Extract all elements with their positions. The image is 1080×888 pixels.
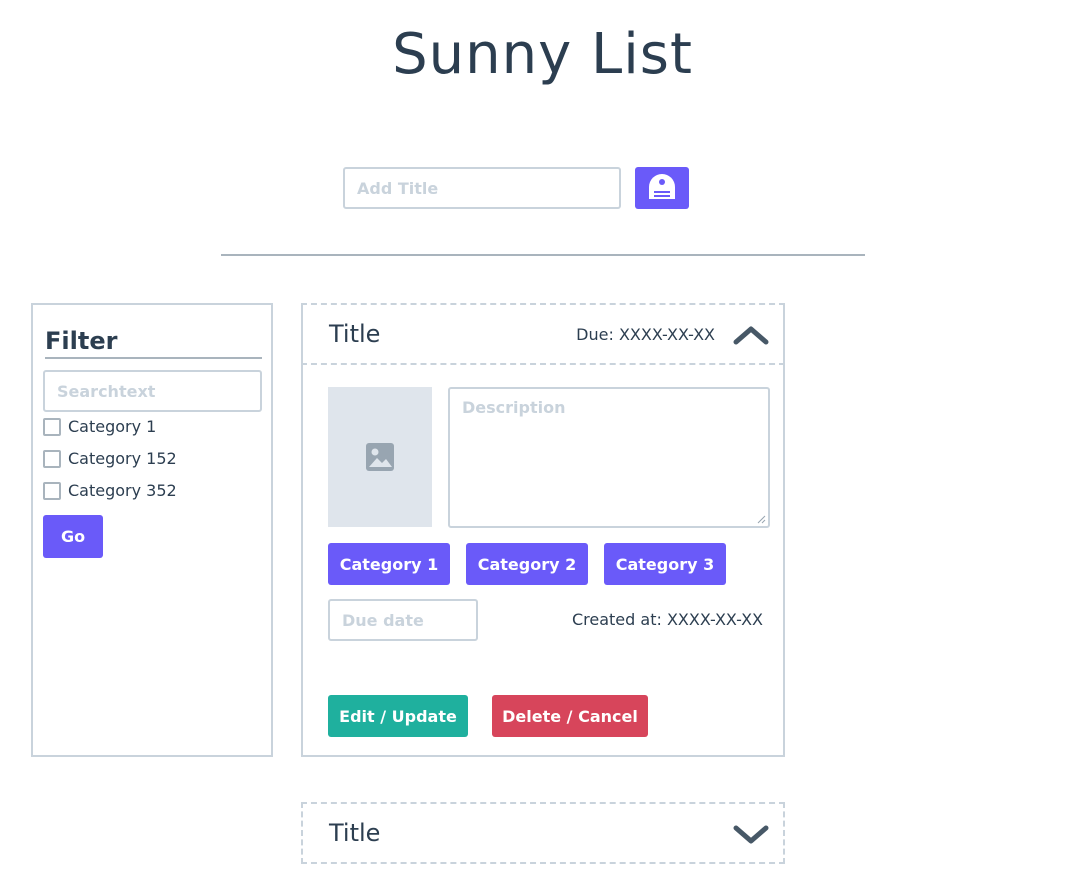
category-label: Category 152	[68, 449, 177, 468]
card-title: Title	[329, 819, 381, 847]
card-title: Title	[329, 320, 381, 348]
category-checkbox[interactable]	[43, 481, 61, 500]
filter-title: Filter	[45, 327, 262, 359]
edit-update-button[interactable]: Edit / Update	[328, 695, 468, 737]
due-date-input[interactable]	[328, 599, 478, 641]
divider	[221, 254, 865, 256]
todo-card-collapsed[interactable]: Title	[301, 802, 785, 864]
resize-grip-icon[interactable]	[756, 514, 766, 524]
delete-cancel-button[interactable]: Delete / Cancel	[492, 695, 648, 737]
image-icon	[366, 443, 394, 471]
save-disk-icon	[649, 174, 675, 199]
chevron-up-icon[interactable]	[733, 323, 769, 347]
category-tag-3[interactable]: Category 3	[604, 543, 726, 585]
todo-card-expanded: Title Due: XXXX-XX-XX Category 1 Categor…	[301, 303, 785, 757]
image-placeholder[interactable]	[328, 387, 432, 527]
category-tag-2[interactable]: Category 2	[466, 543, 588, 585]
card-due-date: Due: XXXX-XX-XX	[576, 325, 715, 344]
description-textarea[interactable]	[448, 387, 770, 528]
go-button[interactable]: Go	[43, 515, 103, 558]
category-label: Category 1	[68, 417, 157, 436]
category-label: Category 352	[68, 481, 177, 500]
filter-search-input[interactable]	[43, 370, 262, 412]
category-tag-1[interactable]: Category 1	[328, 543, 450, 585]
app-title: Sunny List	[392, 22, 693, 87]
created-at-text: Created at: XXXX-XX-XX	[571, 610, 763, 629]
add-title-button[interactable]	[635, 167, 689, 209]
category-checkbox[interactable]	[43, 417, 61, 436]
category-checkbox[interactable]	[43, 449, 61, 468]
card-header[interactable]: Title Due: XXXX-XX-XX	[301, 303, 785, 365]
filter-category-152[interactable]: Category 152	[43, 449, 177, 468]
chevron-down-icon[interactable]	[733, 822, 769, 846]
add-title-input[interactable]	[343, 167, 621, 209]
filter-category-1[interactable]: Category 1	[43, 417, 156, 436]
filter-panel: Filter Category 1 Category 152 Category …	[31, 303, 273, 757]
filter-category-352[interactable]: Category 352	[43, 481, 177, 500]
